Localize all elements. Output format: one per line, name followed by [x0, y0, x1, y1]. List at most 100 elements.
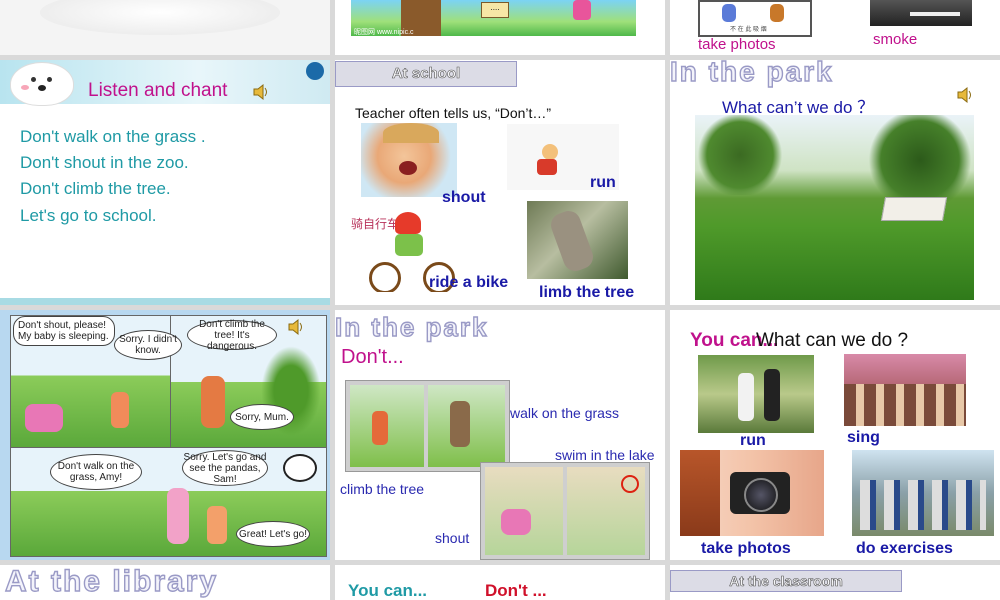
- group: [860, 480, 986, 530]
- prompt-text: Teacher often tells us, “Don’t…”: [355, 105, 552, 121]
- kid-figure: [111, 392, 129, 428]
- watermark: 昵图网 www.nipic.c: [354, 29, 414, 36]
- slide-title: At the library: [4, 565, 219, 599]
- bear-cheek: [21, 85, 29, 90]
- slide-library: At the library: [0, 565, 330, 600]
- label-swim-lake: swim in the lake: [555, 447, 655, 463]
- open-mouth: [399, 161, 417, 175]
- bottom-bar: [0, 298, 330, 305]
- label-you-can: You can...: [348, 581, 428, 600]
- bike-wheel-left: [369, 262, 401, 292]
- slide-you-can: You can... What can we do ? run sing tak…: [670, 310, 1000, 560]
- slide-top-left: [0, 0, 330, 55]
- boy-body: [537, 159, 557, 175]
- bubble-2: Sorry. I didn't know.: [114, 330, 182, 360]
- hair-strands: [680, 450, 720, 536]
- polar-bear-icon: [10, 62, 74, 106]
- park-photo: [695, 115, 974, 300]
- bubble-7: Great! Let's go!: [236, 521, 310, 547]
- label-do-exercises: do exercises: [856, 540, 953, 557]
- label-run: run: [590, 174, 616, 191]
- stroller: [25, 404, 63, 432]
- no-sign-icon: [621, 475, 639, 493]
- stroller-illustration: [480, 462, 650, 560]
- speaker-icon[interactable]: [956, 86, 974, 104]
- tree-left: [695, 115, 785, 195]
- mum-figure: [201, 376, 225, 428]
- walk-grass-illustration: [345, 380, 510, 472]
- runner-1: [738, 373, 754, 421]
- chant-line-2: Don't shout in the zoo.: [20, 153, 189, 172]
- slide-bottom-center: You can... Don't ...: [335, 565, 665, 600]
- chant-line-4: Let's go to school.: [20, 206, 157, 225]
- slide-title: In the park: [670, 60, 834, 88]
- slide-top-center: .... 昵图网 www.nipic.c: [335, 0, 665, 55]
- label-climb-tree: limb the tree: [539, 284, 635, 301]
- bear-eye-left: [31, 77, 36, 82]
- runner-2: [764, 369, 780, 421]
- label-shout: shout: [442, 189, 486, 206]
- slide-comic: Don't shout, please! My baby is sleeping…: [0, 310, 330, 560]
- speaker-icon[interactable]: [287, 318, 305, 336]
- slide-at-school: At school Teacher often tells us, “Don’t…: [335, 60, 665, 305]
- camera-photo: [680, 450, 824, 536]
- header-bar: At school: [335, 61, 517, 87]
- label-walk-grass: walk on the grass: [510, 405, 619, 421]
- bubble-5: Don't walk on the grass, Amy!: [50, 454, 142, 490]
- sign-caption: 不 在 此 吸 烟: [730, 27, 767, 33]
- label-ride-bike: ride a bike: [429, 274, 509, 291]
- sign-board: ....: [481, 2, 509, 18]
- park-bench: [880, 197, 948, 221]
- hair: [383, 123, 439, 143]
- label-take-photos: take photos: [698, 36, 776, 53]
- bubble-3: Don't climb the tree! It's dangerous.: [187, 319, 277, 352]
- bubble-6: Sorry. Let's go and see the pandas, Sam!: [182, 450, 268, 486]
- bear-eye-right: [47, 77, 52, 82]
- slide-listen-chant: Listen and chant Don't walk on the grass…: [0, 60, 330, 305]
- chant-line-1: Don't walk on the grass .: [20, 127, 206, 146]
- header-bar: At the classroom: [670, 570, 902, 592]
- tree-climbing-photo: [527, 201, 628, 279]
- rider-shirt: [395, 234, 423, 256]
- boy-figure: [207, 506, 227, 544]
- label-climb-tree: climb the tree: [340, 481, 425, 497]
- crowd: [844, 384, 966, 426]
- panda-icon: [283, 454, 317, 482]
- slide-top-right: 不 在 此 吸 烟 take photos smoke: [670, 0, 1000, 55]
- bear-nose: [38, 85, 46, 91]
- exercises-photo: [852, 450, 994, 536]
- label-take-photos: take photos: [701, 540, 791, 557]
- slide-title: Listen and chant: [88, 80, 228, 101]
- shouting-child-photo: [361, 123, 457, 197]
- stroller-shape: [501, 509, 531, 535]
- girl-figure: [167, 488, 189, 544]
- label-sing: sing: [847, 429, 880, 446]
- girl-figure: [573, 0, 591, 20]
- chant-line-3: Don't climb the tree.: [20, 179, 171, 198]
- label-dont: Don't ...: [485, 581, 547, 600]
- figure-left: [722, 4, 736, 22]
- man-b: [450, 401, 470, 447]
- cartoon-park-image: .... 昵图网 www.nipic.c: [351, 0, 636, 36]
- bubble-4: Sorry, Mum.: [230, 404, 294, 430]
- cigarette-image: [870, 0, 972, 26]
- publisher-logo-icon: [306, 62, 324, 80]
- rider-helmet: [395, 212, 421, 234]
- snow-image: [40, 0, 280, 35]
- boy-a: [372, 411, 388, 445]
- subtitle-dont: Don't...: [341, 346, 404, 368]
- no-photo-sign: 不 在 此 吸 烟: [698, 0, 812, 37]
- slide-title: In the park: [335, 311, 489, 342]
- cigarette: [910, 12, 960, 16]
- slide-park-question: In the park What can’t we do ？: [670, 60, 1000, 305]
- boy-head: [542, 144, 558, 160]
- label-smoke: smoke: [873, 31, 918, 48]
- speaker-icon[interactable]: [252, 83, 270, 101]
- camera-lens: [744, 478, 778, 512]
- slide-park-dont: In the park Don't... walk on the grass s…: [335, 310, 665, 560]
- label-run: run: [740, 432, 766, 449]
- label-shout: shout: [435, 530, 470, 546]
- running-photo: [698, 355, 814, 433]
- trunk: [547, 207, 597, 275]
- figure-right: [770, 4, 784, 22]
